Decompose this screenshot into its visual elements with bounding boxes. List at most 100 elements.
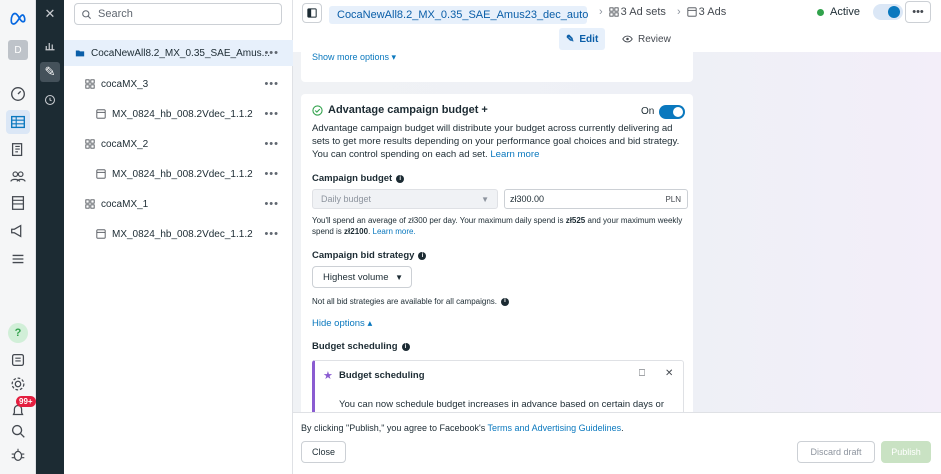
tree-item-adset[interactable]: cocaMX_2 ••• [64, 131, 293, 157]
tree-item-label: cocaMX_1 [101, 198, 149, 210]
terms-link[interactable]: Terms and Advertising Guidelines [488, 423, 622, 433]
campaign-active-toggle[interactable] [873, 4, 903, 20]
audiences-icon[interactable] [8, 166, 28, 186]
budget-learn-more-link[interactable]: Learn more. [373, 227, 416, 236]
publish-footer: By clicking "Publish," you agree to Face… [293, 412, 941, 474]
tab-review-label: Review [638, 33, 671, 45]
tree-item-label: cocaMX_3 [101, 78, 149, 90]
publish-button[interactable]: Publish [881, 441, 931, 463]
ad-square-icon [95, 168, 107, 180]
more-options-icon[interactable]: ••• [264, 47, 279, 59]
budget-note-end: . [368, 227, 371, 236]
close-icon[interactable]: ✕ [40, 4, 60, 24]
discard-draft-button[interactable]: Discard draft [797, 441, 875, 463]
pages-icon[interactable] [8, 140, 28, 160]
more-options-icon[interactable]: ••• [264, 108, 279, 120]
budget-type-value: Daily budget [321, 194, 372, 204]
tree-item-ad[interactable]: MX_0824_hb_008.2Vdec_1.1.2 ••• [64, 101, 293, 127]
tree-item-campaign[interactable]: CocaNewAll8.2_MX_0.35_SAE_Amus... ••• [64, 40, 293, 66]
catalog-icon[interactable] [8, 193, 28, 213]
search-icon[interactable] [8, 421, 28, 441]
megaphone-icon[interactable] [8, 221, 28, 241]
news-icon[interactable] [8, 350, 28, 370]
panel-toggle-button[interactable] [302, 3, 322, 23]
editor-main-area: Show more options ▾ Advantage campaign b… [293, 52, 941, 412]
ad-square-icon [95, 228, 107, 240]
more-options-icon[interactable]: ••• [264, 198, 279, 210]
bid-strategy-label-text: Campaign bid strategy [312, 250, 415, 261]
breadcrumb-ads-label: 3 Ads [698, 6, 727, 18]
bid-strategy-dropdown[interactable]: Highest volume ▼ [312, 266, 412, 288]
sidebar-panel-icon [307, 8, 317, 18]
budget-amount-field[interactable]: zł300.00 PLN [504, 189, 688, 209]
close-icon[interactable]: ✕ [665, 368, 673, 379]
bookmark-icon[interactable]: ⎕ [639, 368, 645, 379]
info-icon[interactable]: i [396, 174, 405, 183]
chevron-right-icon: › [677, 6, 681, 18]
info-icon[interactable]: i [500, 297, 509, 306]
tree-item-label: cocaMX_2 [101, 138, 149, 150]
app-rail: D ? 99+ [0, 0, 36, 474]
advantage-description: Advantage campaign budget will distribut… [312, 122, 684, 161]
show-more-options-link[interactable]: Show more options ▾ [312, 52, 396, 63]
more-options-icon[interactable]: ••• [264, 138, 279, 150]
close-button[interactable]: Close [301, 441, 346, 463]
bid-strategy-label: Campaign bid strategy i [312, 250, 427, 261]
tree-item-ad[interactable]: MX_0824_hb_008.2Vdec_1.1.2 ••• [64, 221, 293, 247]
tree-item-label: CocaNewAll8.2_MX_0.35_SAE_Amus... [91, 47, 270, 59]
campaigns-table-icon[interactable] [6, 110, 30, 134]
breadcrumb-adsets[interactable]: › 3 Ad sets [593, 6, 666, 18]
breadcrumb-adsets-label: 3 Ad sets [620, 6, 666, 18]
more-actions-button[interactable]: ••• [905, 1, 931, 23]
search-icon [82, 9, 91, 19]
breadcrumb-campaign[interactable]: CocaNewAll8.2_MX_0.35_SAE_Amus23_dec_aut… [329, 6, 589, 24]
history-clock-icon[interactable] [40, 90, 60, 110]
settings-gear-icon[interactable] [8, 374, 28, 394]
tree-item-adset[interactable]: cocaMX_3 ••• [64, 71, 293, 97]
notice-text: You can now schedule budget increases in… [339, 399, 664, 410]
menu-icon[interactable] [8, 249, 28, 269]
tab-edit-label: Edit [579, 33, 599, 45]
budget-max-daily: zł525 [565, 216, 586, 225]
hide-options-link[interactable]: Hide options ▴ [312, 318, 372, 329]
profile-avatar[interactable]: D [8, 40, 28, 60]
info-icon[interactable]: i [418, 251, 427, 260]
bid-strategy-note: Not all bid strategies are available for… [312, 296, 684, 307]
campaign-budget-label: Campaign budget i [312, 173, 405, 184]
editor-tool-rail: ✕ ✎ [36, 0, 64, 474]
more-options-icon[interactable]: ••• [264, 228, 279, 240]
tree-item-ad[interactable]: MX_0824_hb_008.2Vdec_1.1.2 ••• [64, 161, 293, 187]
breadcrumb-campaign-label: CocaNewAll8.2_MX_0.35_SAE_Amus23_dec_aut… [337, 9, 589, 21]
chart-icon[interactable] [40, 36, 60, 56]
bug-report-icon[interactable] [8, 445, 28, 465]
tab-edit[interactable]: ✎ Edit [559, 28, 606, 50]
advantage-budget-toggle[interactable] [659, 105, 685, 119]
star-icon: ★ [323, 370, 333, 382]
advantage-budget-card: Advantage campaign budget + On Advantage… [301, 94, 693, 412]
breadcrumb-ads[interactable]: › 3 Ads [671, 6, 726, 18]
adset-grid-icon [84, 78, 96, 90]
budget-scheduling-label-text: Budget scheduling [312, 341, 398, 352]
tree-item-adset[interactable]: cocaMX_1 ••• [64, 191, 293, 217]
more-options-icon[interactable]: ••• [264, 78, 279, 90]
budget-note-prefix: You'll spend an average of zł300 per day… [312, 216, 566, 225]
tree-search-box[interactable] [74, 3, 282, 25]
tab-review[interactable]: Review [615, 28, 678, 50]
ad-square-icon [95, 108, 107, 120]
bid-strategy-note-text: Not all bid strategies are available for… [312, 297, 497, 306]
dashboard-icon[interactable] [8, 84, 28, 104]
edit-pencil-icon[interactable]: ✎ [40, 62, 60, 82]
more-options-icon[interactable]: ••• [264, 168, 279, 180]
tree-search-input[interactable] [98, 8, 268, 20]
advantage-learn-more-link[interactable]: Learn more [490, 149, 539, 160]
advantage-budget-title: Advantage campaign budget + [312, 104, 488, 116]
previous-section-card: Show more options ▾ [301, 52, 693, 82]
tree-item-label: MX_0824_hb_008.2Vdec_1.1.2 [112, 168, 253, 180]
help-icon[interactable]: ? [8, 323, 28, 343]
publish-consent-text: By clicking "Publish," you agree to Face… [301, 423, 624, 433]
status-label: Active [830, 6, 860, 18]
info-icon[interactable]: i [401, 342, 410, 351]
meta-logo-icon[interactable] [8, 8, 28, 28]
chevron-down-icon: ▼ [481, 194, 489, 204]
budget-scheduling-notice: ★ Budget scheduling ⎕ ✕ You can now sche… [312, 360, 684, 412]
